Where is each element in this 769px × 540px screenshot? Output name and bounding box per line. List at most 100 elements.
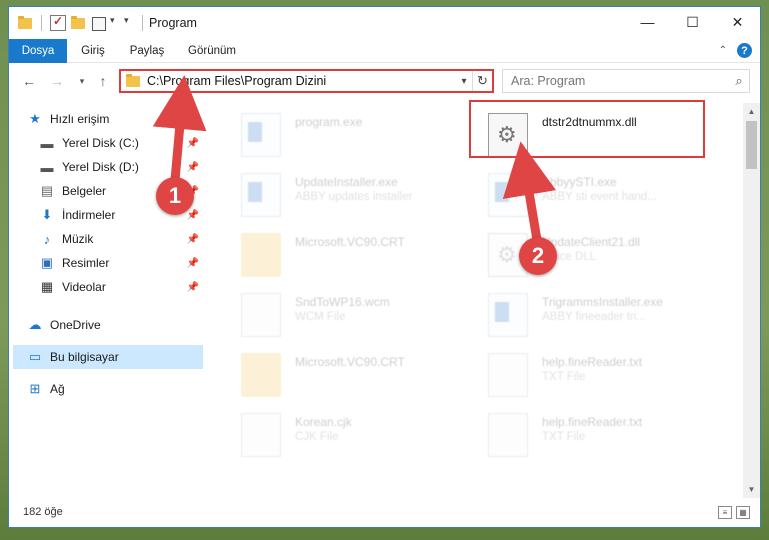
file-description: ABBY fineeader tri... [542, 311, 646, 323]
tab-share[interactable]: Paylaş [123, 39, 171, 63]
sidebar-item-pictures[interactable]: ▣ Resimler 📌 [39, 251, 203, 275]
pin-icon[interactable]: 📌 [187, 138, 199, 149]
file-item[interactable]: Microsoft.VC90.CRT [233, 229, 473, 285]
file-name: help.fineReader.txt [542, 415, 643, 429]
file-description: TXT File [542, 431, 586, 443]
large-icons-view-icon[interactable]: ▦ [736, 506, 750, 519]
computer-icon: ▭ [28, 349, 42, 364]
file-item[interactable]: SndToWP16.wcm WCM File [233, 289, 473, 345]
sidebar-item-onedrive[interactable]: ☁ OneDrive [27, 313, 203, 337]
exe-icon [241, 113, 281, 157]
step-marker-2: 2 [519, 237, 557, 275]
file-item[interactable]: Korean.cjk CJK File [233, 409, 473, 465]
navigation-bar: ← → ▾ ↑ C:\Program Files\Program Dizini … [9, 65, 760, 97]
star-icon: ★ [29, 111, 41, 126]
item-count: 182 öğe [23, 506, 63, 518]
window-controls: — ☐ ✕ [625, 7, 760, 37]
pictures-icon: ▣ [40, 255, 54, 270]
folder-icon [241, 233, 281, 277]
file-name: UpdateInstaller.exe [295, 175, 398, 189]
back-button[interactable]: ← [21, 73, 37, 89]
network-icon: ⊞ [29, 381, 41, 396]
sidebar-item-label: OneDrive [50, 318, 101, 332]
file-item[interactable]: help.fineReader.txt TXT File [480, 349, 720, 405]
file-item[interactable]: program.exe [233, 109, 473, 165]
scroll-down-icon[interactable]: ▼ [743, 481, 760, 498]
sidebar-item-local-disk-d[interactable]: ▬ Yerel Disk (D:) 📌 [39, 155, 203, 179]
pin-icon[interactable]: 📌 [187, 282, 199, 293]
folder-icon [241, 353, 281, 397]
tab-view[interactable]: Görünüm [181, 39, 243, 63]
cloud-icon: ☁ [28, 317, 42, 332]
sidebar-item-videos[interactable]: ▦ Videolar 📌 [39, 275, 203, 299]
tab-file[interactable]: Dosya [9, 39, 67, 63]
customize-toolbar-icon[interactable]: ▾ [124, 15, 134, 31]
file-description: ABBY updates installer [295, 191, 413, 203]
scroll-up-icon[interactable]: ▲ [743, 103, 760, 120]
help-icon[interactable]: ? [737, 43, 752, 58]
search-icon[interactable]: ⌕ [729, 73, 749, 89]
file-icon [488, 353, 528, 397]
file-item[interactable]: Microsoft.VC90.CRT [233, 349, 473, 405]
address-bar[interactable]: C:\Program Files\Program Dizini ▾ ↻ [119, 69, 494, 93]
minimize-button[interactable]: — [625, 7, 670, 37]
sidebar-item-label: Bu bilgisayar [50, 350, 119, 364]
properties-check-icon[interactable] [50, 14, 66, 31]
sidebar-item-label: Müzik [62, 232, 94, 246]
sidebar-item-this-pc[interactable]: ▭ Bu bilgisayar [13, 345, 203, 369]
search-input[interactable] [503, 74, 729, 88]
drive-icon: ▬ [40, 159, 54, 175]
view-properties-icon[interactable] [90, 15, 106, 31]
videos-icon: ▦ [40, 279, 54, 294]
forward-button[interactable]: → [49, 73, 65, 89]
chevron-up-icon[interactable]: ⌃ [719, 45, 727, 56]
music-icon: ♪ [43, 231, 51, 247]
file-item[interactable]: UpdateInstaller.exe ABBY updates install… [233, 169, 473, 225]
search-box[interactable]: ⌕ [502, 69, 750, 93]
chevron-down-icon[interactable]: ▾ [456, 76, 472, 87]
address-path[interactable]: C:\Program Files\Program Dizini [147, 74, 456, 88]
file-name: Korean.cjk [295, 415, 352, 429]
separator [142, 15, 143, 31]
sidebar-item-quick-access[interactable]: ★ Hızlı erişim [27, 107, 221, 131]
up-button[interactable]: ↑ [95, 73, 111, 89]
explorer-window: ▾ ▾ Program — ☐ ✕ Dosya Giriş Paylaş Gör… [8, 6, 761, 528]
sidebar-item-music[interactable]: ♪ Müzik 📌 [39, 227, 203, 251]
sidebar-item-local-disk-c[interactable]: ▬ Yerel Disk (C:) 📌 [39, 131, 203, 155]
file-name: UpdateClient21.dll [542, 235, 641, 249]
vertical-scrollbar[interactable]: ▲ ▼ [743, 103, 760, 498]
file-icon [241, 413, 281, 457]
title-bar: ▾ ▾ Program — ☐ ✕ [9, 7, 760, 39]
refresh-icon[interactable]: ↻ [472, 71, 492, 91]
tab-home[interactable]: Giriş [73, 39, 113, 63]
file-item[interactable]: TrigrammsInstaller.exe ABBY fineeader tr… [480, 289, 720, 345]
sidebar-item-label: Resimler [62, 256, 110, 270]
file-description: ABBY sti event hand... [542, 191, 657, 203]
pin-icon[interactable]: 📌 [187, 258, 199, 269]
close-button[interactable]: ✕ [715, 7, 760, 37]
documents-icon: ▤ [40, 183, 54, 198]
pin-icon[interactable]: 📌 [187, 234, 199, 245]
sidebar-item-label: Belgeler [62, 184, 107, 198]
file-item[interactable]: help.fineReader.txt TXT File [480, 409, 720, 465]
new-folder-icon[interactable] [70, 15, 86, 31]
file-item[interactable]: ⚙ UpdateClient21.dll Office DLL [480, 229, 720, 285]
details-view-icon[interactable]: ≡ [718, 506, 732, 519]
sidebar-item-network[interactable]: ⊞ Ağ [27, 377, 203, 401]
file-name: program.exe [295, 115, 363, 129]
file-icon [488, 413, 528, 457]
folder-icon[interactable] [17, 15, 33, 31]
file-item[interactable]: AbbyySTI.exe ABBY sti event hand... [480, 169, 720, 225]
scrollbar-thumb[interactable] [746, 121, 757, 169]
recent-locations-button[interactable]: ▾ [74, 73, 90, 89]
exe-icon [488, 173, 528, 217]
maximize-button[interactable]: ☐ [670, 7, 715, 37]
file-icon [241, 293, 281, 337]
chevron-down-icon[interactable]: ▾ [110, 15, 120, 31]
pin-icon[interactable]: 📌 [187, 210, 199, 221]
folder-icon [125, 73, 141, 89]
file-name: Microsoft.VC90.CRT [295, 235, 405, 249]
sidebar-item-label: İndirmeler [62, 208, 116, 222]
drive-icon: ▬ [40, 135, 54, 151]
pin-icon[interactable]: 📌 [187, 162, 199, 173]
